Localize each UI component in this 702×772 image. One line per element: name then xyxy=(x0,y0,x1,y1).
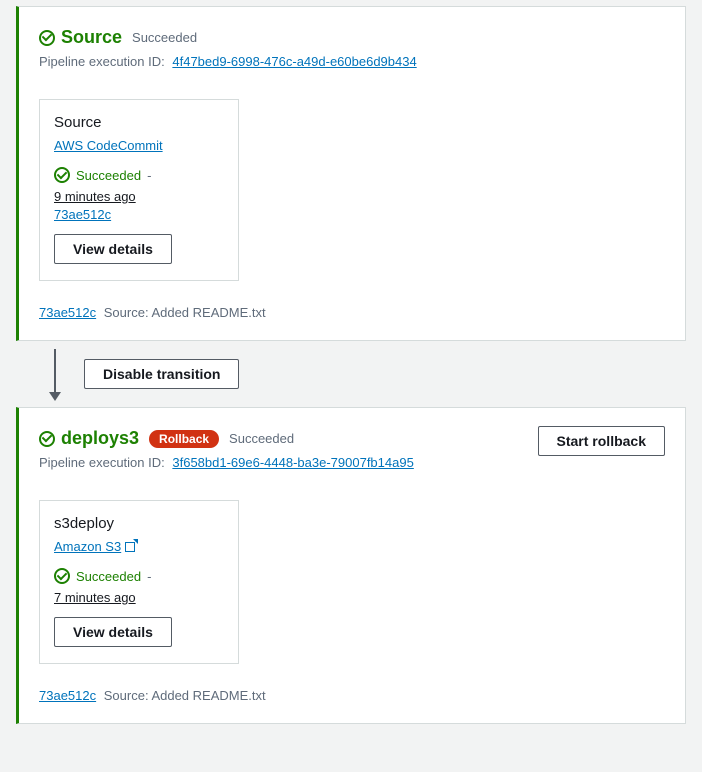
stage-title: deploys3 xyxy=(39,428,139,449)
stage-name: Source xyxy=(61,27,122,48)
action-name: Source xyxy=(54,114,224,131)
stage-header: deploys3 Rollback Succeeded Start rollba… xyxy=(39,428,665,449)
rollback-badge: Rollback xyxy=(149,430,219,448)
exec-label: Pipeline execution ID: xyxy=(39,54,165,69)
stage-status: Succeeded xyxy=(229,431,294,446)
disable-transition-button[interactable]: Disable transition xyxy=(84,359,239,389)
action-card: Source AWS CodeCommit Succeeded - 9 minu… xyxy=(39,99,239,281)
action-status-line: Succeeded - 9 minutes ago xyxy=(54,167,224,204)
check-circle-icon xyxy=(54,167,70,183)
footer-message: Source: Added README.txt xyxy=(104,305,266,320)
stage-footer: 73ae512c Source: Added README.txt xyxy=(39,305,665,320)
stage-status: Succeeded xyxy=(132,30,197,45)
execution-row: Pipeline execution ID: 4f47bed9-6998-476… xyxy=(39,54,665,69)
execution-row: Pipeline execution ID: 3f658bd1-69e6-444… xyxy=(39,455,665,470)
footer-message: Source: Added README.txt xyxy=(104,688,266,703)
action-status: Succeeded xyxy=(76,168,141,183)
exec-label: Pipeline execution ID: xyxy=(39,455,165,470)
start-rollback-button[interactable]: Start rollback xyxy=(538,426,665,456)
provider-label: AWS CodeCommit xyxy=(54,138,163,153)
commit-link[interactable]: 73ae512c xyxy=(54,207,111,222)
transition-row: Disable transition xyxy=(44,349,702,399)
stage-source: Source Succeeded Pipeline execution ID: … xyxy=(16,6,686,341)
view-details-button[interactable]: View details xyxy=(54,617,172,647)
execution-id-link[interactable]: 4f47bed9-6998-476c-a49d-e60be6d9b434 xyxy=(172,54,416,69)
action-status-line: Succeeded - 7 minutes ago xyxy=(54,568,224,605)
footer-commit-link[interactable]: 73ae512c xyxy=(39,688,96,703)
view-details-button[interactable]: View details xyxy=(54,234,172,264)
action-time-link[interactable]: 7 minutes ago xyxy=(54,590,136,605)
provider-link[interactable]: Amazon S3 xyxy=(54,539,135,554)
footer-commit-link[interactable]: 73ae512c xyxy=(39,305,96,320)
stage-deploys3: deploys3 Rollback Succeeded Start rollba… xyxy=(16,407,686,724)
dash: - xyxy=(147,569,151,584)
stage-footer: 73ae512c Source: Added README.txt xyxy=(39,688,665,703)
stage-header: Source Succeeded xyxy=(39,27,665,48)
dash: - xyxy=(147,168,151,183)
execution-id-link[interactable]: 3f658bd1-69e6-4448-ba3e-79007fb14a95 xyxy=(172,455,413,470)
check-circle-icon xyxy=(54,568,70,584)
action-name: s3deploy xyxy=(54,515,224,532)
provider-link[interactable]: AWS CodeCommit xyxy=(54,138,163,153)
action-time-link[interactable]: 9 minutes ago xyxy=(54,189,136,204)
action-card: s3deploy Amazon S3 Succeeded - 7 minutes… xyxy=(39,500,239,664)
check-circle-icon xyxy=(39,431,55,447)
provider-label: Amazon S3 xyxy=(54,539,121,554)
check-circle-icon xyxy=(39,30,55,46)
stage-name: deploys3 xyxy=(61,428,139,449)
action-status: Succeeded xyxy=(76,569,141,584)
arrow-down-icon xyxy=(54,349,56,399)
stage-title: Source xyxy=(39,27,122,48)
external-link-icon xyxy=(125,542,135,552)
